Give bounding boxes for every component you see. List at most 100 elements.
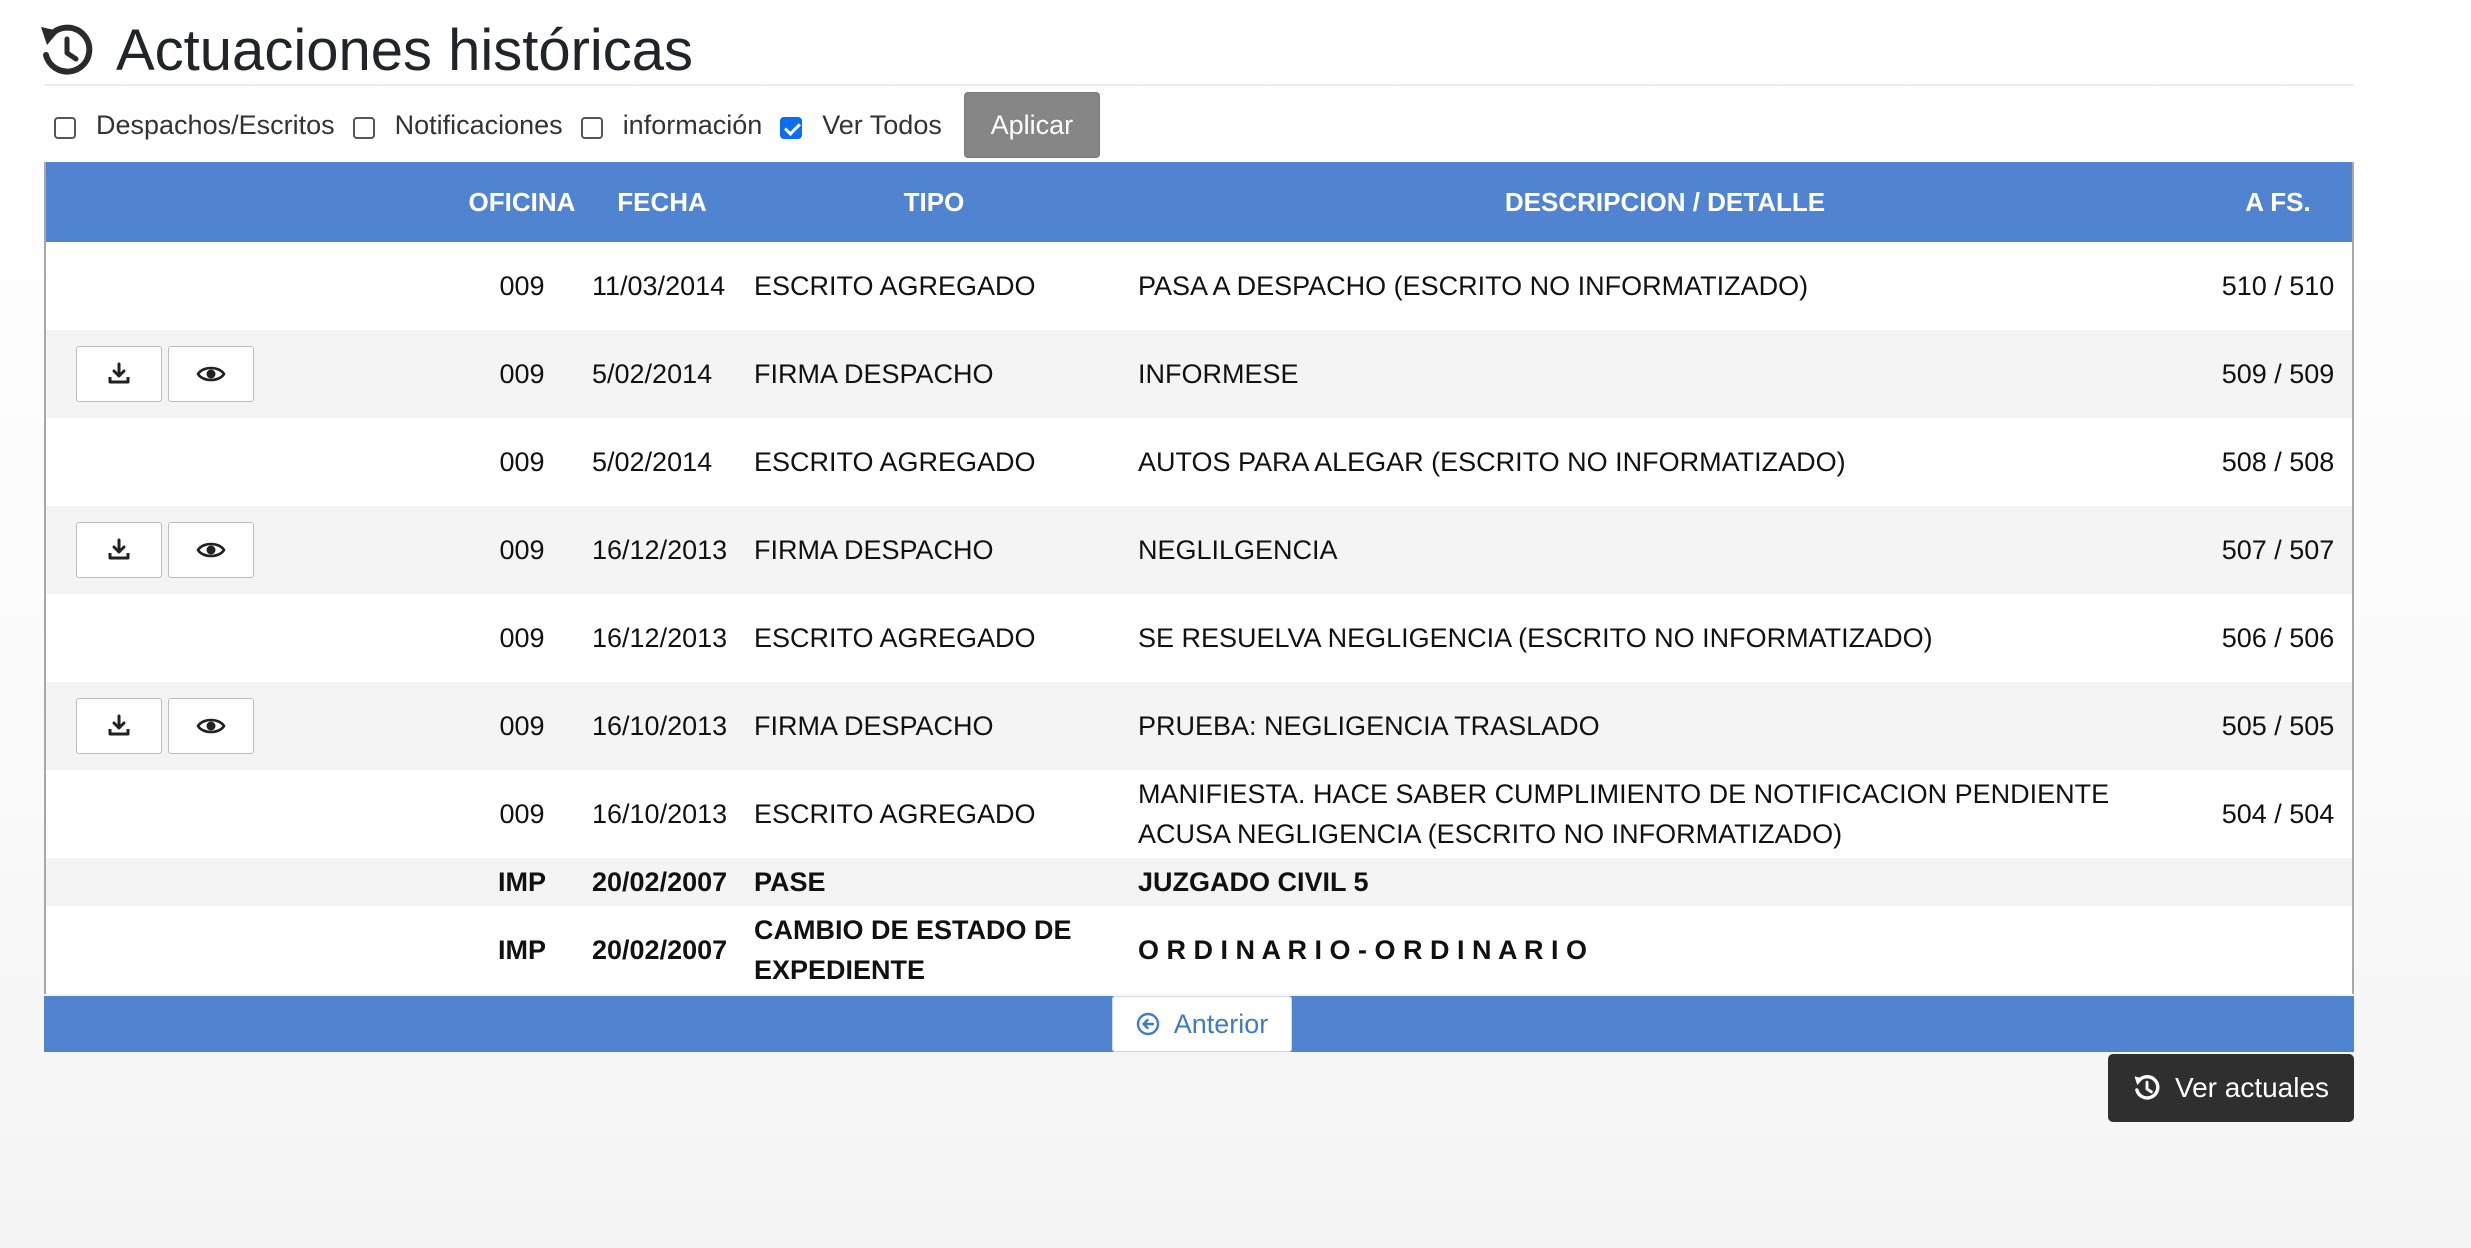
- table-header-row: OFICINA FECHA TIPO DESCRIPCION / DETALLE…: [46, 162, 2352, 242]
- cell-oficina: 009: [462, 506, 582, 594]
- despachos-label: Despachos/Escritos: [96, 109, 335, 140]
- table-row: IMP 20/02/2007 CAMBIO DE ESTADO DE EXPEDIE…: [46, 906, 2352, 994]
- cell-fs: [2204, 906, 2352, 994]
- view-button[interactable]: [168, 522, 254, 578]
- cell-descripcion: O R D I N A R I O - O R D I N A R I O: [1126, 906, 2204, 994]
- cell-fs: 509 / 509: [2204, 330, 2352, 418]
- table-row: 009 16/10/2013 FIRMA DESPACHO PRUEBA: NEGLI…: [46, 682, 2352, 770]
- row-actions: [46, 594, 462, 682]
- column-header-fs[interactable]: A FS.: [2204, 162, 2352, 242]
- cell-descripcion: NEGLILGENCIA: [1126, 506, 2204, 594]
- cell-descripcion: PRUEBA: NEGLIGENCIA TRASLADO: [1126, 682, 2204, 770]
- notificaciones-label: Notificaciones: [394, 109, 563, 140]
- cell-tipo: FIRMA DESPACHO: [742, 506, 1126, 594]
- table-row: 009 11/03/2014 ESCRITO AGREGADO PASA A DESP…: [46, 242, 2352, 330]
- cell-fs: 505 / 505: [2204, 682, 2352, 770]
- cell-fecha: 16/12/2013: [582, 506, 742, 594]
- cell-descripcion: JUZGADO CIVIL 5: [1126, 858, 2204, 906]
- actuaciones-table: OFICINA FECHA TIPO DESCRIPCION / DETALLE…: [46, 162, 2352, 994]
- eye-icon: [196, 718, 226, 734]
- cell-oficina: 009: [462, 594, 582, 682]
- cell-fecha: 16/10/2013: [582, 682, 742, 770]
- column-header-oficina[interactable]: OFICINA: [462, 162, 582, 242]
- cell-fecha: 11/03/2014: [582, 242, 742, 330]
- cell-fs: 510 / 510: [2204, 242, 2352, 330]
- table-body: 009 11/03/2014 ESCRITO AGREGADO PASA A DESP…: [46, 242, 2352, 994]
- cell-fecha: 20/02/2007: [582, 906, 742, 994]
- cell-oficina: 009: [462, 242, 582, 330]
- eye-icon: [196, 542, 226, 558]
- cell-oficina: 009: [462, 418, 582, 506]
- informacion-checkbox[interactable]: [580, 117, 603, 139]
- history-icon: [2134, 1075, 2160, 1100]
- title-divider: [44, 84, 2354, 86]
- table-row: 009 16/10/2013 ESCRITO AGREGADO MANIFIESTA.…: [46, 770, 2352, 858]
- download-icon: [108, 362, 130, 384]
- column-header-tipo[interactable]: TIPO: [742, 162, 1126, 242]
- cell-oficina: 009: [462, 770, 582, 858]
- download-icon: [108, 714, 130, 736]
- cell-descripcion: INFORMESE: [1126, 330, 2204, 418]
- download-button[interactable]: [76, 346, 162, 402]
- cell-tipo: CAMBIO DE ESTADO DE EXPEDIENTE: [742, 906, 1126, 994]
- row-actions: [46, 858, 462, 906]
- previous-page-label: Anterior: [1173, 1008, 1269, 1039]
- page-title: Actuaciones históricas: [116, 18, 694, 83]
- ver-todos-checkbox[interactable]: [780, 117, 803, 139]
- column-header-descripcion[interactable]: DESCRIPCION / DETALLE: [1126, 162, 2204, 242]
- table-row: 009 16/12/2013 FIRMA DESPACHO NEGLILGENCIA 5…: [46, 506, 2352, 594]
- cell-fecha: 16/12/2013: [582, 594, 742, 682]
- cell-oficina: 009: [462, 330, 582, 418]
- download-button[interactable]: [76, 698, 162, 754]
- cell-tipo: PASE: [742, 858, 1126, 906]
- column-header-actions: [46, 162, 462, 242]
- filter-ver-todos[interactable]: Ver Todos: [780, 110, 942, 141]
- table-row: 009 16/12/2013 ESCRITO AGREGADO SE RESUELVA…: [46, 594, 2352, 682]
- filter-bar: Despachos/Escritos Notificaciones inform…: [54, 92, 1100, 158]
- eye-icon: [196, 366, 226, 382]
- cell-fecha: 5/02/2014: [582, 330, 742, 418]
- cell-descripcion: SE RESUELVA NEGLIGENCIA (ESCRITO NO INFO…: [1126, 594, 2204, 682]
- cell-tipo: ESCRITO AGREGADO: [742, 770, 1126, 858]
- view-button[interactable]: [168, 698, 254, 754]
- cell-tipo: ESCRITO AGREGADO: [742, 594, 1126, 682]
- cell-oficina: IMP: [462, 906, 582, 994]
- download-button[interactable]: [76, 522, 162, 578]
- actuaciones-table-container: OFICINA FECHA TIPO DESCRIPCION / DETALLE…: [44, 162, 2354, 994]
- cell-descripcion: AUTOS PARA ALEGAR (ESCRITO NO INFORMATIZ…: [1126, 418, 2204, 506]
- cell-tipo: ESCRITO AGREGADO: [742, 418, 1126, 506]
- cell-tipo: ESCRITO AGREGADO: [742, 242, 1126, 330]
- ver-actuales-label: Ver actuales: [2174, 1072, 2330, 1103]
- informacion-label: información: [622, 109, 763, 140]
- filter-despachos[interactable]: Despachos/Escritos: [54, 110, 335, 141]
- despachos-checkbox[interactable]: [54, 117, 76, 139]
- notificaciones-checkbox[interactable]: [352, 117, 375, 139]
- view-button[interactable]: [168, 346, 254, 402]
- cell-tipo: FIRMA DESPACHO: [742, 682, 1126, 770]
- cell-descripcion: MANIFIESTA. HACE SABER CUMPLIMIENTO DE N…: [1126, 770, 2204, 858]
- previous-page-button[interactable]: Anterior: [1112, 996, 1292, 1052]
- filter-informacion[interactable]: información: [580, 109, 763, 141]
- table-row: IMP 20/02/2007 PASE JUZGADO CIVIL 5: [46, 858, 2352, 906]
- ver-actuales-button[interactable]: Ver actuales: [2108, 1054, 2354, 1122]
- cell-oficina: 009: [462, 682, 582, 770]
- row-actions: [46, 330, 462, 418]
- row-actions: [46, 770, 462, 858]
- download-icon: [108, 538, 130, 560]
- arrow-left-circle-icon: [1136, 1012, 1159, 1036]
- table-row: 009 5/02/2014 FIRMA DESPACHO INFORMESE 509 /…: [46, 330, 2352, 418]
- row-actions: [46, 418, 462, 506]
- cell-fs: 504 / 504: [2204, 770, 2352, 858]
- history-icon: [41, 24, 93, 75]
- filter-notificaciones[interactable]: Notificaciones: [352, 109, 563, 141]
- cell-fs: 506 / 506: [2204, 594, 2352, 682]
- column-header-fecha[interactable]: FECHA: [582, 162, 742, 242]
- row-actions: [46, 242, 462, 330]
- cell-fecha: 5/02/2014: [582, 418, 742, 506]
- cell-descripcion: PASA A DESPACHO (ESCRITO NO INFORMATIZAD…: [1126, 242, 2204, 330]
- apply-button[interactable]: Aplicar: [963, 92, 1100, 158]
- cell-fecha: 16/10/2013: [582, 770, 742, 858]
- cell-fs: 508 / 508: [2204, 418, 2352, 506]
- cell-tipo: FIRMA DESPACHO: [742, 330, 1126, 418]
- row-actions: [46, 906, 462, 994]
